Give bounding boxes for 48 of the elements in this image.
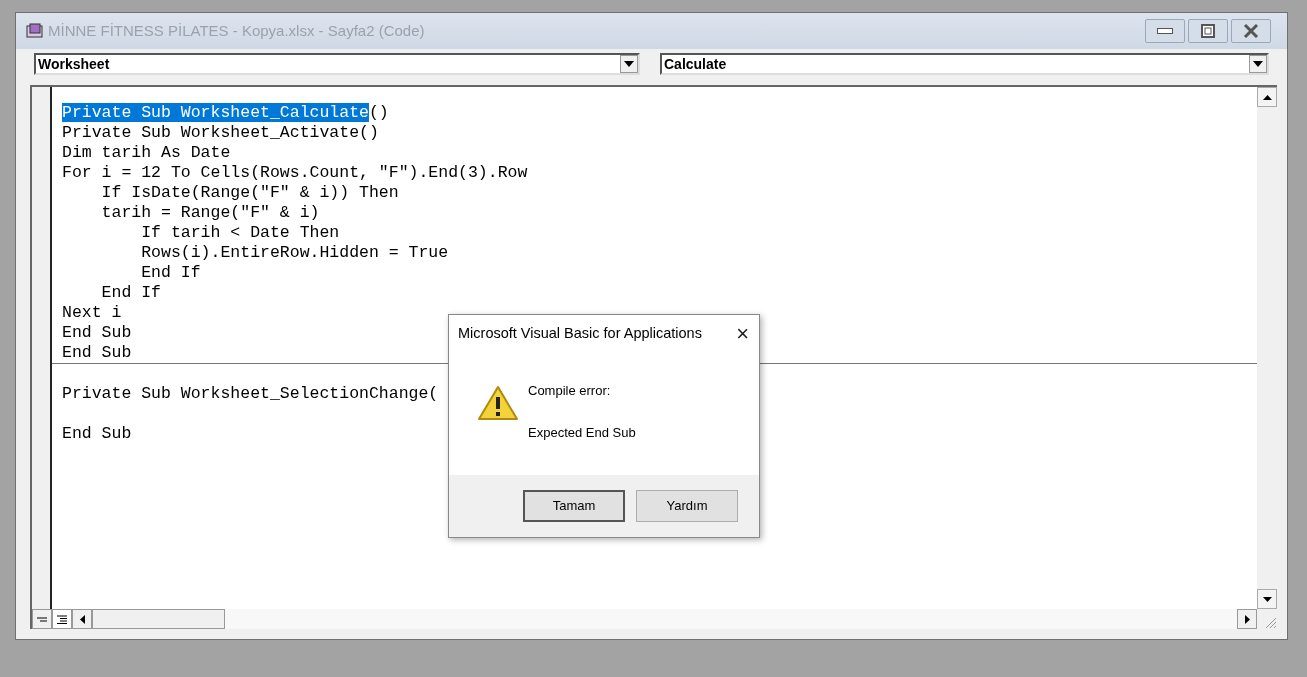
code-line: Rows(i).EntireRow.Hidden = True (140, 243, 449, 263)
error-heading: Compile error: (528, 382, 612, 400)
code-line: Private Sub Worksheet_Activate() (62, 123, 379, 143)
warning-icon (477, 385, 519, 421)
code-line: Private Sub Worksheet_Calculate() (62, 103, 389, 123)
code-line: If tarih < Date Then (140, 223, 340, 243)
right-arrow-icon (1244, 614, 1250, 624)
code-line: Next i (62, 303, 122, 323)
dialog-button[interactable]: Tamam (523, 490, 625, 522)
dropdown-arrow-icon (624, 61, 634, 67)
code-module-icon (26, 23, 44, 39)
code-line: End If (140, 263, 201, 283)
dialog-button[interactable]: Yardım (636, 490, 738, 522)
lines-icon (37, 616, 47, 622)
scroll-up-button[interactable] (1257, 87, 1277, 107)
left-arrow-icon (79, 614, 85, 624)
object-dropdown[interactable]: Worksheet (34, 53, 640, 75)
code-line: tarih = Range("F" & i) (100, 203, 320, 223)
procedure-view-button[interactable] (32, 609, 52, 629)
scroll-right-button[interactable] (1237, 609, 1257, 629)
close-button[interactable] (1231, 19, 1271, 43)
scrollbar-thumb[interactable] (92, 609, 225, 629)
up-arrow-icon (1262, 94, 1272, 100)
scroll-down-button[interactable] (1257, 589, 1277, 609)
lines-icon (57, 614, 67, 624)
down-arrow-icon (1262, 596, 1272, 602)
minimize-icon (1157, 28, 1173, 34)
window-title: MİNNE FİTNESS PİLATES - Kopya.xlsx - Sayfa2 (Code) (48, 20, 425, 41)
code-line: End Sub (62, 323, 132, 343)
code-line: End Sub (62, 424, 132, 444)
code-line: End Sub (62, 343, 132, 363)
scroll-left-button[interactable] (72, 609, 92, 629)
dialog-title: Microsoft Visual Basic for Applications (458, 324, 702, 344)
error-message: Expected End Sub (528, 423, 636, 442)
full-module-view-button[interactable] (52, 609, 72, 629)
minimize-button[interactable] (1145, 19, 1185, 43)
procedure-dropdown[interactable]: Calculate (660, 53, 1269, 75)
code-line: Dim tarih As Date (62, 143, 231, 163)
close-icon (1243, 24, 1259, 38)
code-line: End If (100, 283, 162, 303)
maximize-icon (1201, 24, 1215, 38)
close-button[interactable]: × (736, 323, 749, 345)
code-line: Private Sub Worksheet_SelectionChange( (62, 384, 439, 404)
code-line: If IsDate(Range("F" & i)) Then (100, 183, 399, 203)
dropdown-arrow-icon (1253, 61, 1263, 67)
resize-grip-icon (1263, 615, 1277, 629)
maximize-button[interactable] (1188, 19, 1228, 43)
code-line: For i = 12 To Cells(Rows.Count, "F").End(3).Row (62, 163, 528, 183)
